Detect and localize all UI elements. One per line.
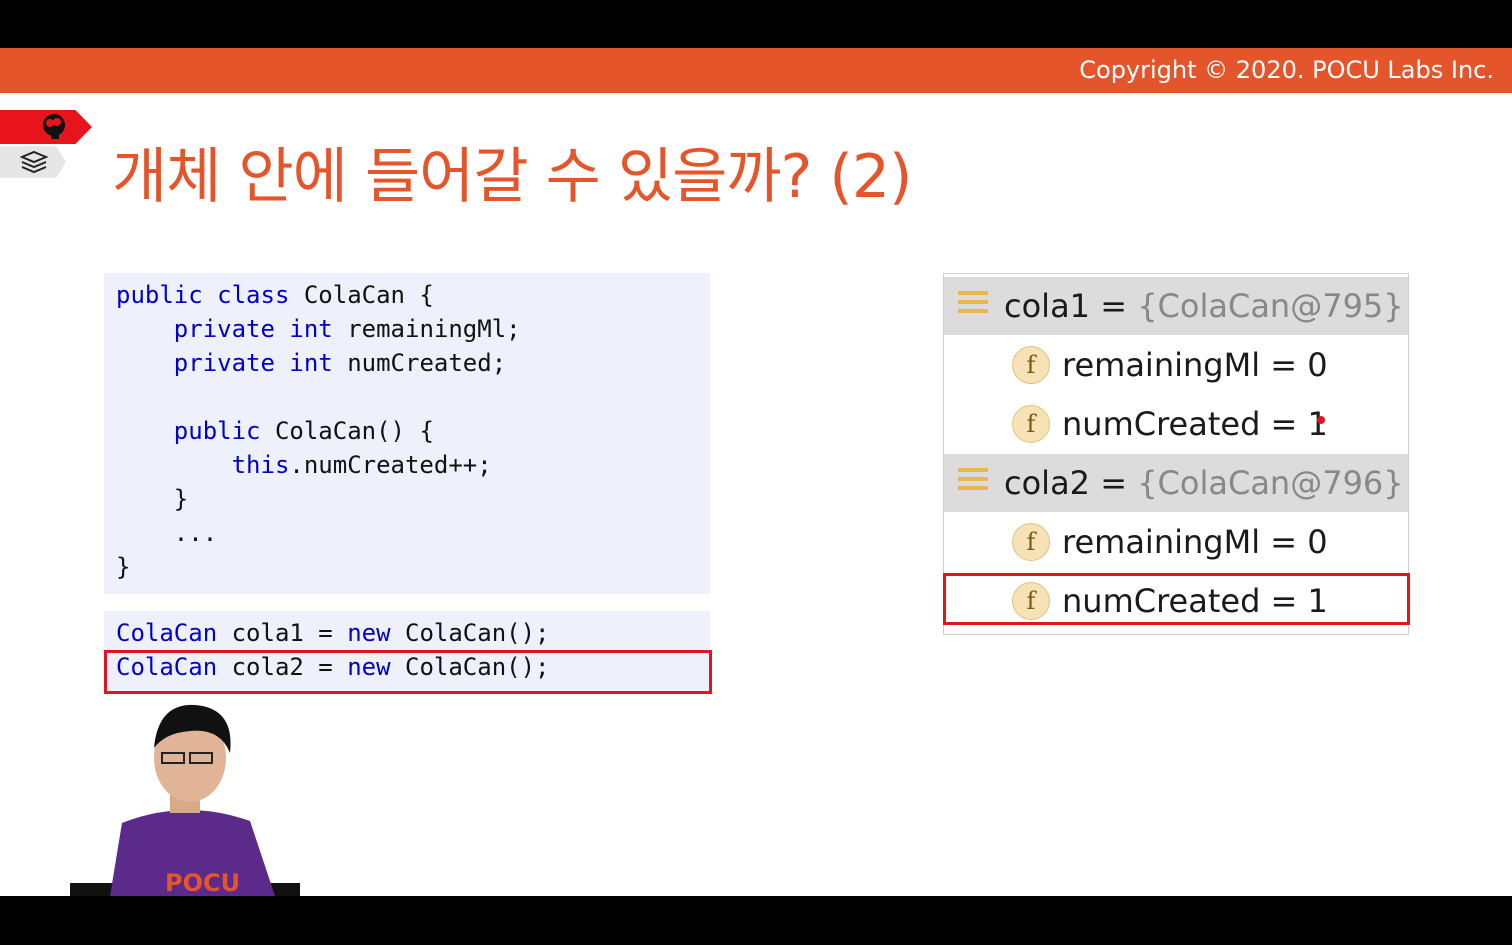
slide-title: 개체 안에 들어갈 수 있을까? (2): [112, 142, 912, 212]
class-code-block: public class ColaCan { private int remai…: [104, 273, 710, 594]
code-line: private int remainingMl;: [116, 315, 521, 343]
field-icon: f: [1012, 346, 1050, 384]
object-icon: [958, 291, 988, 321]
code-keyword: public: [173, 417, 261, 445]
debugger-object-label: cola1 = {ColaCan@795}: [1004, 287, 1404, 325]
code-text: ColaCan() {: [260, 417, 434, 445]
debugger-object-row[interactable]: cola1 = {ColaCan@795}: [944, 277, 1408, 335]
debugger-object-label: cola2 = {ColaCan@796}: [1004, 464, 1404, 502]
code-line: ...: [116, 519, 217, 547]
copyright-text: Copyright © 2020. POCU Labs Inc.: [1079, 56, 1494, 84]
code-text: cola1 =: [217, 619, 348, 647]
code-keyword: private int: [173, 349, 333, 377]
debugger-field-label: numCreated = 1: [1062, 405, 1328, 443]
code-line: }: [116, 485, 188, 513]
code-line: }: [116, 553, 130, 581]
debugger-field-label: remainingMl = 0: [1062, 346, 1328, 384]
code-text: .numCreated++;: [289, 451, 492, 479]
brain-icon: [43, 114, 65, 139]
stack-icon: [20, 150, 48, 174]
field-icon: f: [1012, 405, 1050, 443]
header-band: Copyright © 2020. POCU Labs Inc.: [0, 48, 1512, 93]
svg-text:POCU: POCU: [165, 869, 240, 896]
code-highlight-box: [104, 650, 712, 694]
debugger-field-label: remainingMl = 0: [1062, 523, 1328, 561]
code-text: ColaCan {: [289, 281, 434, 309]
letterbox-top: [0, 0, 1512, 48]
presenter-video: POCU: [70, 704, 300, 896]
code-text: remainingMl;: [332, 315, 521, 343]
cursor-dot: [1317, 416, 1325, 424]
field-icon: f: [1012, 523, 1050, 561]
code-keyword: this: [231, 451, 290, 479]
object-icon: [958, 468, 988, 498]
code-text: ColaCan();: [390, 619, 550, 647]
code-keyword: ColaCan: [116, 619, 218, 647]
debugger-field-row[interactable]: f numCreated = 1: [944, 395, 1408, 453]
code-line: ColaCan cola1 = new ColaCan();: [116, 619, 550, 647]
debugger-object-row[interactable]: cola2 = {ColaCan@796}: [944, 454, 1408, 512]
code-keyword: new: [347, 619, 391, 647]
code-text: }: [173, 485, 189, 513]
debugger-field-row[interactable]: f remainingMl = 0: [944, 336, 1408, 394]
code-line: private int numCreated;: [116, 349, 506, 377]
debugger-highlight-box: [943, 573, 1410, 625]
code-text: }: [116, 553, 131, 581]
slide: Copyright © 2020. POCU Labs Inc. 개체 안에 들…: [0, 48, 1512, 896]
code-text: numCreated;: [332, 349, 507, 377]
code-line: public ColaCan() {: [116, 417, 434, 445]
code-keyword: public class: [116, 281, 290, 309]
code-line: public class ColaCan {: [116, 281, 434, 309]
letterbox-bottom: [0, 896, 1512, 945]
code-line: this.numCreated++;: [116, 451, 492, 479]
debugger-field-row[interactable]: f remainingMl = 0: [944, 513, 1408, 571]
code-keyword: private int: [173, 315, 333, 343]
code-text: ...: [173, 519, 218, 547]
